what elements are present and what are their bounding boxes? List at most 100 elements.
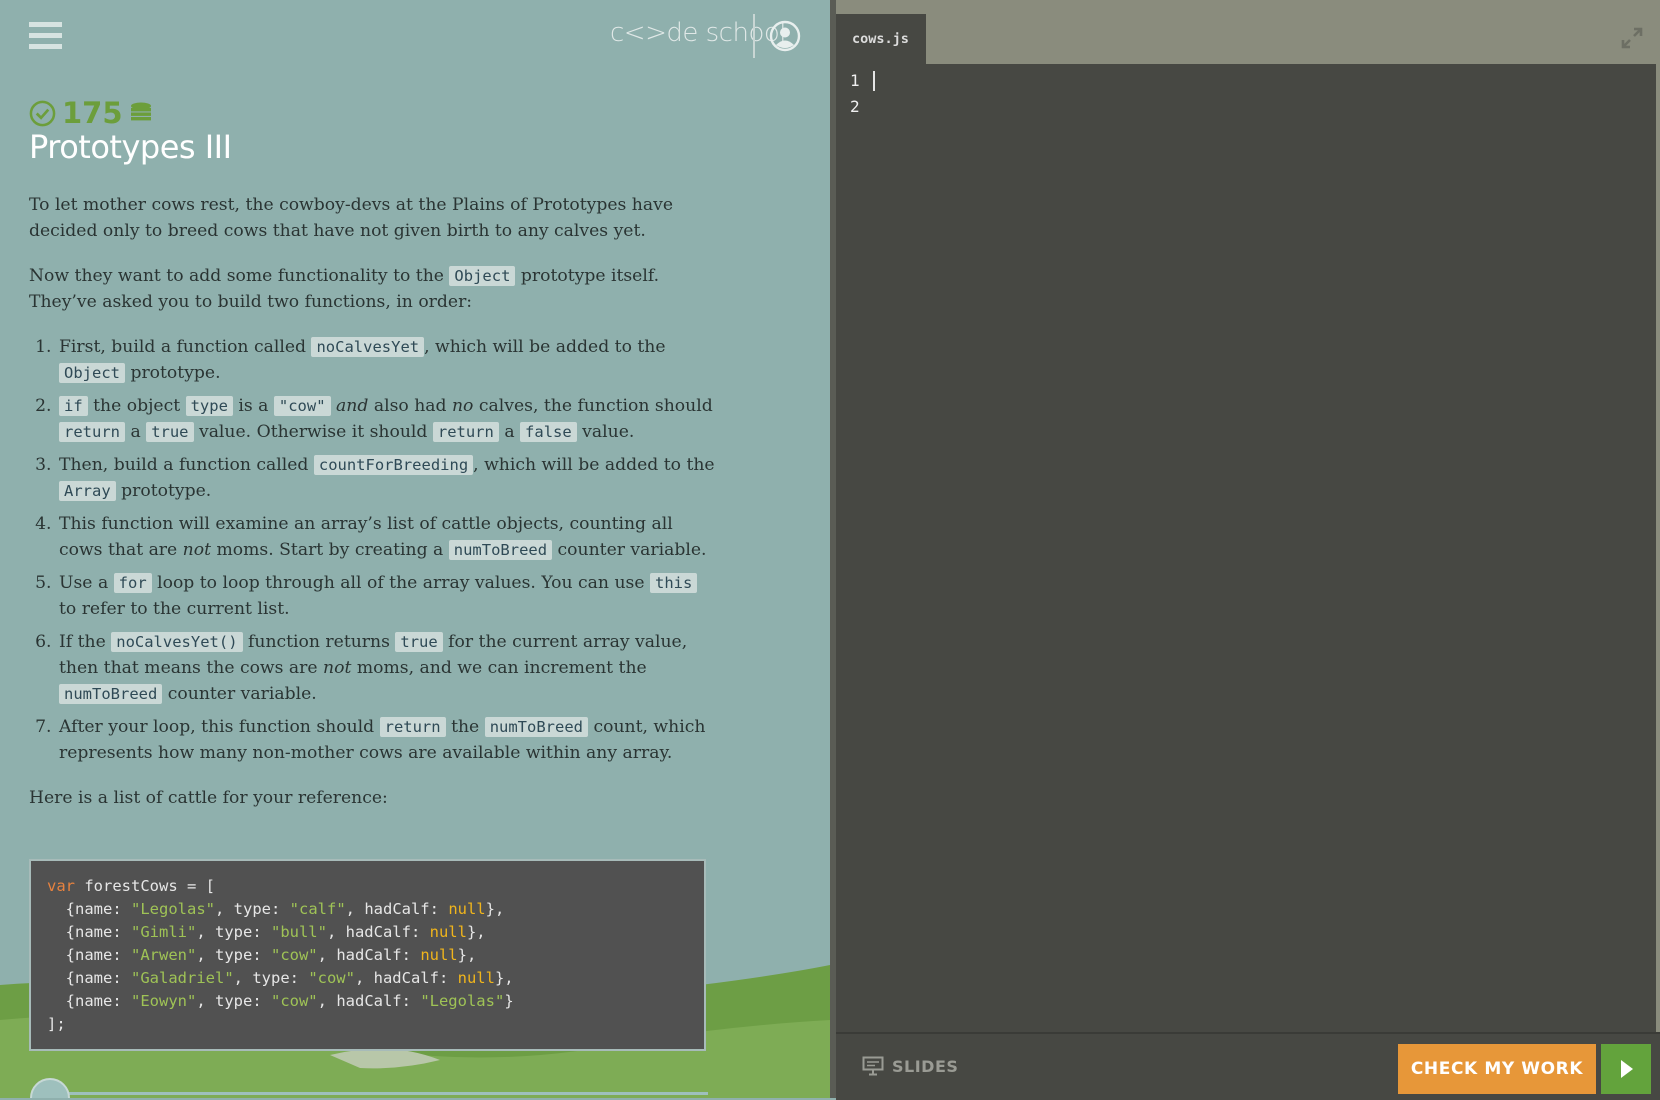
check-circle-icon bbox=[29, 100, 56, 126]
progress-track bbox=[68, 1092, 708, 1095]
code-string: "cow" bbox=[308, 969, 355, 987]
emphasis: not bbox=[182, 540, 211, 560]
coins-icon bbox=[130, 102, 151, 121]
text: , which will be added to the bbox=[424, 337, 666, 357]
emphasis: not bbox=[323, 658, 352, 678]
user-profile-icon[interactable] bbox=[769, 20, 801, 52]
slides-presentation-icon bbox=[862, 1056, 884, 1076]
emphasis: no bbox=[451, 396, 474, 416]
step-item: Then, build a function called countForBr… bbox=[57, 452, 719, 504]
code-keyword: var bbox=[47, 877, 75, 895]
challenge-title: Prototypes III bbox=[29, 128, 232, 166]
challenge-instructions: To let mother cows rest, the cowboy-devs… bbox=[29, 192, 719, 830]
code-null: null bbox=[420, 946, 458, 964]
inline-code: numToBreed bbox=[484, 717, 589, 737]
text: Then, build a function called bbox=[59, 455, 314, 475]
text: the bbox=[445, 717, 485, 737]
text: a bbox=[125, 422, 147, 442]
code-text: {name: bbox=[47, 900, 131, 918]
code-text: , hadCalf: bbox=[354, 969, 458, 987]
hamburger-menu-icon[interactable] bbox=[29, 22, 62, 52]
steps-list: First, build a function called noCalvesY… bbox=[29, 334, 719, 766]
expand-arrows-icon[interactable] bbox=[1620, 26, 1644, 50]
inline-code: if bbox=[59, 396, 88, 416]
text: value. bbox=[576, 422, 635, 442]
code-line: {name: "Eowyn", type: "cow", hadCalf: "L… bbox=[47, 992, 514, 1010]
text: moms. Start by creating a bbox=[211, 540, 449, 560]
code-null: null bbox=[457, 969, 495, 987]
code-string: "Arwen" bbox=[131, 946, 197, 964]
code-line: {name: "Legolas", type: "calf", hadCalf:… bbox=[47, 900, 505, 918]
check-my-work-button[interactable]: CHECK MY WORK bbox=[1398, 1044, 1596, 1094]
inline-code: this bbox=[650, 573, 698, 593]
code-string: "Eowyn" bbox=[131, 992, 197, 1010]
text: prototype. bbox=[125, 363, 221, 383]
code-editor[interactable]: 1 2 bbox=[836, 64, 1656, 1032]
reference-code-block: var forestCows = [ {name: "Legolas", typ… bbox=[29, 859, 706, 1051]
code-line: {name: "Gimli", type: "bull", hadCalf: n… bbox=[47, 923, 486, 941]
text: Now they want to add some functionality … bbox=[29, 266, 450, 286]
code-text: {name: bbox=[47, 992, 131, 1010]
code-text: }, bbox=[485, 900, 505, 918]
inline-code: "cow" bbox=[273, 396, 331, 416]
inline-code: noCalvesYet() bbox=[111, 632, 243, 652]
code-string: "bull" bbox=[270, 923, 327, 941]
text: is a bbox=[232, 396, 274, 416]
instructions-panel: c<>de school 175 Prototypes III To let m… bbox=[0, 0, 830, 1098]
code-text: , hadCalf: bbox=[326, 923, 430, 941]
text: counter variable. bbox=[552, 540, 707, 560]
text: to refer to the current list. bbox=[59, 599, 290, 619]
line-numbers: 1 2 bbox=[850, 68, 860, 120]
text: After your loop, this function should bbox=[59, 717, 380, 737]
text: prototype. bbox=[115, 481, 212, 501]
inline-code: countForBreeding bbox=[313, 455, 474, 475]
code-text: , type: bbox=[233, 969, 309, 987]
task-paragraph: Now they want to add some functionality … bbox=[29, 263, 719, 315]
code-school-logo[interactable]: c<>de school bbox=[610, 18, 787, 54]
step-item: First, build a function called noCalvesY… bbox=[57, 334, 719, 386]
inline-code: Array bbox=[59, 481, 116, 501]
step-item: After your loop, this function should re… bbox=[57, 714, 719, 766]
code-text: ]; bbox=[47, 1015, 66, 1033]
editor-footer: SLIDES CHECK MY WORK bbox=[836, 1032, 1660, 1100]
run-button[interactable] bbox=[1601, 1044, 1651, 1094]
slides-label: SLIDES bbox=[892, 1056, 959, 1076]
code-text: , type: bbox=[196, 992, 271, 1010]
emphasis: and bbox=[336, 396, 369, 416]
code-line: {name: "Arwen", type: "cow", hadCalf: nu… bbox=[47, 946, 477, 964]
code-string: "Legolas" bbox=[131, 900, 215, 918]
text: First, build a function called bbox=[59, 337, 312, 357]
code-text: , hadCalf: bbox=[317, 946, 421, 964]
code-string: "cow" bbox=[270, 992, 318, 1010]
inline-code: Object bbox=[59, 363, 125, 383]
text: Use a bbox=[59, 573, 114, 593]
inline-code: noCalvesYet bbox=[311, 337, 425, 357]
text: the object bbox=[87, 396, 186, 416]
text: value. Otherwise it should bbox=[193, 422, 433, 442]
reference-label: Here is a list of cattle for your refere… bbox=[29, 788, 388, 808]
inline-code: return bbox=[379, 717, 446, 737]
inline-code: type bbox=[185, 396, 233, 416]
code-null: null bbox=[429, 923, 467, 941]
text: function returns bbox=[242, 632, 396, 652]
code-string: "Galadriel" bbox=[131, 969, 234, 987]
header-divider bbox=[753, 14, 755, 58]
inline-code: return bbox=[432, 422, 499, 442]
code-line: {name: "Galadriel", type: "cow", hadCalf… bbox=[47, 969, 514, 987]
code-null: null bbox=[448, 900, 486, 918]
code-text: , type: bbox=[215, 900, 290, 918]
slides-button[interactable]: SLIDES bbox=[862, 1056, 958, 1076]
line-number: 2 bbox=[850, 97, 860, 116]
play-icon bbox=[1621, 1060, 1633, 1078]
code-text: {name: bbox=[47, 923, 131, 941]
text: calves, the function should bbox=[473, 396, 713, 416]
code-string: "cow" bbox=[270, 946, 318, 964]
step-item: This function will examine an array’s li… bbox=[57, 511, 719, 563]
text: a bbox=[498, 422, 521, 442]
text: loop to loop through all of the array va… bbox=[151, 573, 650, 593]
tab-cows-js[interactable]: cows.js bbox=[836, 14, 926, 64]
code-text: {name: bbox=[47, 969, 131, 987]
inline-code: false bbox=[520, 422, 577, 442]
inline-code: for bbox=[113, 573, 152, 593]
text: , which will be added to the bbox=[473, 455, 715, 475]
